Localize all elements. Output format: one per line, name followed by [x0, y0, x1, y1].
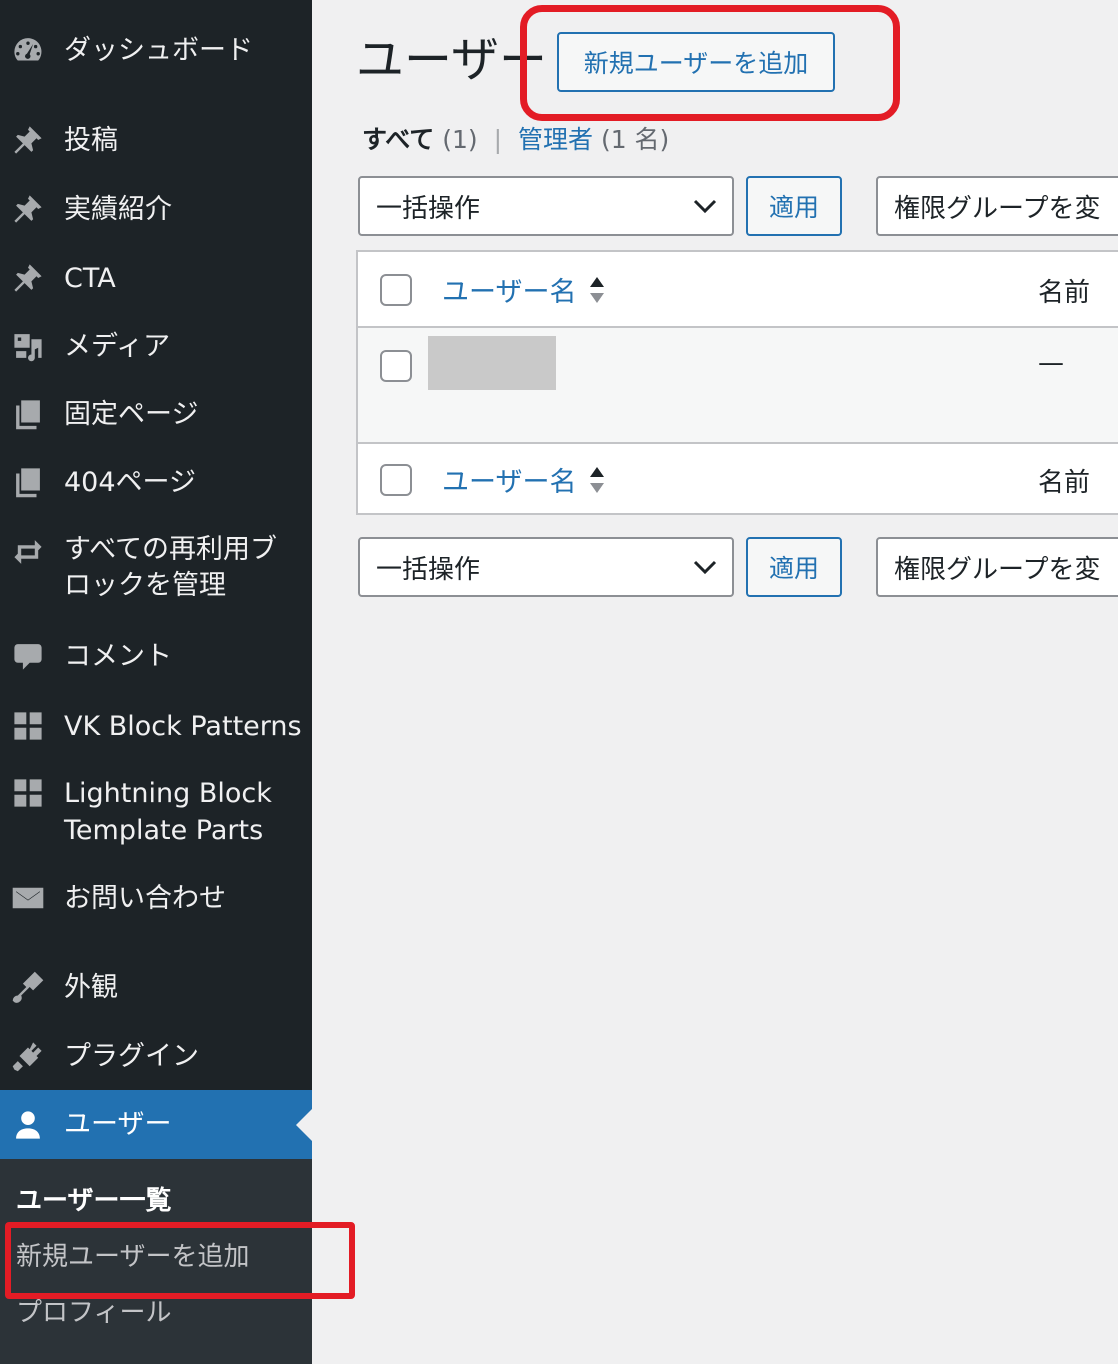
table-header-row: ユーザー名 名前	[358, 252, 1118, 328]
column-name-header: 名前	[1038, 278, 1091, 308]
menu-label: 404ページ	[64, 466, 196, 498]
menu-dashboard[interactable]: ダッシュボード	[0, 30, 312, 70]
menu-label: ダッシュボード	[64, 34, 253, 66]
pin-icon	[10, 260, 46, 296]
users-table: ユーザー名 名前 — ユーザー名 名前	[356, 250, 1118, 515]
column-username-label: ユーザー名	[442, 467, 577, 498]
chevron-down-icon	[693, 199, 717, 214]
filter-separator: |	[493, 125, 503, 154]
highlight-box-submenu	[5, 1222, 355, 1299]
media-icon	[10, 328, 46, 364]
menu-posts[interactable]: 投稿	[0, 120, 312, 160]
select-all-checkbox[interactable]	[380, 274, 412, 306]
menu-media[interactable]: メディア	[0, 326, 312, 366]
menu-reusable-blocks[interactable]: すべての再利用ブ ロックを管理	[0, 532, 312, 608]
highlight-box-add-new	[520, 5, 900, 121]
filter-admin-count: (1 名)	[600, 125, 670, 154]
reuse-icon	[10, 534, 46, 570]
menu-lightning-template-parts[interactable]: Lightning Block Template Parts	[0, 775, 312, 851]
role-change-value: 権限グループを変	[894, 193, 1101, 224]
menu-label: プラグイン	[64, 1040, 199, 1072]
menu-users[interactable]: ユーザー	[0, 1090, 312, 1159]
menu-appearance[interactable]: 外観	[0, 967, 312, 1007]
column-username-footer[interactable]: ユーザー名	[442, 460, 606, 499]
column-username-label: ユーザー名	[442, 277, 577, 308]
menu-label: VK Block Patterns	[64, 710, 302, 742]
pages-icon	[10, 464, 46, 500]
menu-vk-block-patterns[interactable]: VK Block Patterns	[0, 706, 312, 746]
bulk-action-value: 一括操作	[376, 193, 481, 224]
column-name-footer: 名前	[1038, 468, 1091, 498]
user-filter-links: すべて (1) | 管理者 (1 名)	[362, 122, 669, 158]
active-menu-arrow	[296, 1108, 312, 1141]
mail-icon	[10, 880, 46, 916]
role-change-select-top[interactable]: 権限グループを変	[876, 176, 1118, 236]
dashboard-icon	[10, 32, 46, 68]
menu-label: 固定ページ	[64, 398, 199, 430]
submenu-profile[interactable]: プロフィール	[16, 1295, 171, 1331]
sort-icon	[590, 466, 605, 493]
table-row: —	[358, 328, 1118, 444]
menu-pages[interactable]: 固定ページ	[0, 394, 312, 434]
menu-404[interactable]: 404ページ	[0, 462, 312, 502]
menu-label: メディア	[64, 330, 171, 362]
menu-label: CTA	[64, 262, 116, 294]
filter-all-count: (1)	[442, 125, 478, 154]
plugin-icon	[10, 1038, 46, 1074]
menu-works[interactable]: 実績紹介	[0, 189, 312, 229]
comment-icon	[10, 638, 46, 674]
pin-icon	[10, 191, 46, 227]
menu-plugins[interactable]: プラグイン	[0, 1036, 312, 1076]
pages-icon	[10, 396, 46, 432]
brush-icon	[10, 969, 46, 1005]
menu-label: お問い合わせ	[64, 882, 226, 914]
redacted-username[interactable]	[428, 336, 556, 390]
column-username-header[interactable]: ユーザー名	[442, 270, 606, 309]
apply-button-bottom[interactable]: 適用	[746, 537, 842, 597]
row-name-value: —	[1038, 348, 1064, 378]
row-checkbox[interactable]	[380, 350, 412, 382]
grid-icon	[10, 775, 46, 811]
table-footer-row: ユーザー名 名前	[358, 444, 1118, 515]
role-change-value: 権限グループを変	[894, 554, 1101, 585]
menu-label: ユーザー	[64, 1109, 172, 1140]
select-all-checkbox-footer[interactable]	[380, 464, 412, 496]
page-title: ユーザー	[356, 32, 548, 88]
sort-icon	[590, 276, 605, 303]
chevron-down-icon	[693, 560, 717, 575]
menu-label: コメント	[64, 640, 172, 672]
bulk-action-select-top[interactable]: 一括操作	[358, 176, 734, 236]
apply-button-top[interactable]: 適用	[746, 176, 842, 236]
submenu-all-users[interactable]: ユーザー一覧	[16, 1183, 171, 1219]
menu-label: 投稿	[64, 124, 118, 156]
role-change-select-bottom[interactable]: 権限グループを変	[876, 537, 1118, 597]
menu-contact[interactable]: お問い合わせ	[0, 878, 312, 918]
filter-all[interactable]: すべて	[362, 125, 434, 154]
menu-label: Lightning Block Template Parts	[64, 778, 272, 846]
grid-icon	[10, 708, 46, 744]
menu-label: 実績紹介	[64, 193, 172, 225]
bulk-action-value: 一括操作	[376, 554, 481, 585]
filter-admin[interactable]: 管理者	[518, 125, 593, 154]
bulk-action-select-bottom[interactable]: 一括操作	[358, 537, 734, 597]
user-icon	[10, 1107, 46, 1143]
menu-label: 外観	[64, 971, 118, 1003]
menu-comments[interactable]: コメント	[0, 636, 312, 676]
menu-cta[interactable]: CTA	[0, 258, 312, 298]
pin-icon	[10, 122, 46, 158]
menu-label: すべての再利用ブ ロックを管理	[64, 534, 278, 601]
admin-sidebar: ダッシュボード 投稿 実績紹介 CTA メディア 固定ページ 404ページ すべ…	[0, 0, 312, 1364]
